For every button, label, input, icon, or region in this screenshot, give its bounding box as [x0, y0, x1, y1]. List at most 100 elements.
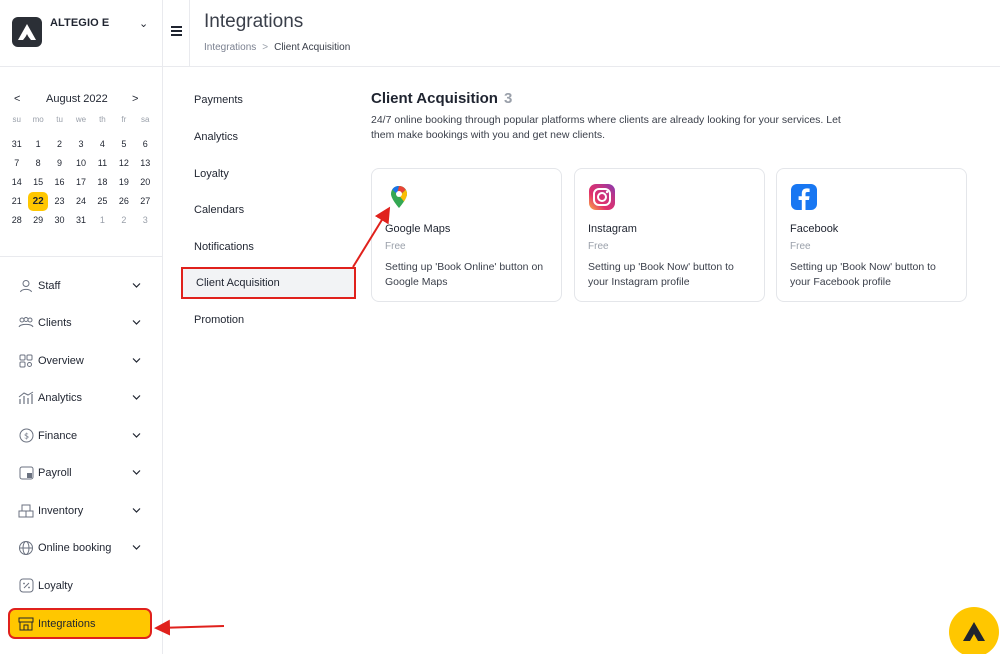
- calendar-day[interactable]: 11: [92, 154, 113, 173]
- globe-icon: [18, 540, 34, 556]
- breadcrumb-current: Client Acquisition: [274, 42, 351, 53]
- sidebar-item-integrations[interactable]: Integrations: [9, 609, 151, 638]
- calendar-day[interactable]: 31: [6, 135, 27, 154]
- calendar-day[interactable]: 20: [135, 173, 156, 192]
- calendar-weekday: we: [75, 115, 87, 124]
- sidebar-item-label: Payroll: [38, 467, 72, 480]
- bar-chart-icon: [18, 390, 34, 406]
- grid-search-icon: [18, 353, 34, 369]
- sidebar-item-analytics[interactable]: Analytics: [0, 380, 163, 418]
- chevron-down-icon[interactable]: ⌄: [139, 17, 148, 30]
- calendar-day[interactable]: 29: [27, 211, 48, 230]
- calendar-header: < August 2022 >: [0, 93, 163, 109]
- calendar-day[interactable]: 2: [49, 135, 70, 154]
- calendar-day[interactable]: 4: [92, 135, 113, 154]
- card-name: Facebook: [790, 223, 839, 235]
- sidebar-item-payroll[interactable]: Payroll: [0, 455, 163, 493]
- chevron-down-icon[interactable]: [132, 468, 141, 479]
- calendar-day[interactable]: 26: [113, 192, 134, 211]
- sidebar-item-online-booking[interactable]: Online booking: [0, 530, 163, 568]
- calendar-prev-button[interactable]: <: [14, 93, 20, 105]
- calendar-day[interactable]: 15: [27, 173, 48, 192]
- calendar-day[interactable]: 3: [135, 211, 156, 230]
- calendar-day[interactable]: 18: [92, 173, 113, 192]
- sidebar-item-overview[interactable]: Overview: [0, 342, 163, 380]
- sidebar-item-label: Inventory: [38, 504, 84, 517]
- chevron-down-icon[interactable]: [132, 280, 141, 291]
- sidebar-item-label: Clients: [38, 317, 72, 330]
- sidebar-item-label: Loyalty: [38, 579, 73, 592]
- calendar-day[interactable]: 5: [113, 135, 134, 154]
- calendar-day[interactable]: 6: [135, 135, 156, 154]
- calendar-day-today[interactable]: 22: [28, 192, 48, 211]
- chevron-down-icon[interactable]: [132, 355, 141, 366]
- sidebar-item-staff[interactable]: Staff: [0, 267, 163, 305]
- breadcrumb-separator: >: [262, 42, 269, 53]
- calendar-day[interactable]: 1: [92, 211, 113, 230]
- section-title-text: Client Acquisition: [371, 90, 498, 107]
- brand-switcher[interactable]: ALTEGIO E ⌄: [0, 0, 163, 67]
- subnav-item-loyalty[interactable]: Loyalty: [181, 155, 356, 192]
- chevron-down-icon[interactable]: [132, 393, 141, 404]
- sidebar-item-label: Integrations: [38, 617, 96, 630]
- subnav-item-promotion[interactable]: Promotion: [181, 301, 356, 338]
- card-description: Setting up 'Book Now' button to your Fac…: [790, 261, 936, 288]
- calendar-day[interactable]: 30: [49, 211, 70, 230]
- calendar-day[interactable]: 17: [70, 173, 91, 192]
- svg-text:$: $: [23, 432, 28, 441]
- calendar-day[interactable]: 27: [135, 192, 156, 211]
- altegio-logo-icon: [963, 622, 985, 641]
- subnav-item-client-acquisition[interactable]: Client Acquisition: [181, 267, 356, 300]
- help-fab-button[interactable]: [949, 607, 999, 654]
- chevron-down-icon[interactable]: [132, 318, 141, 329]
- sidebar-item-clients[interactable]: Clients: [0, 305, 163, 343]
- calendar-day[interactable]: 8: [27, 154, 48, 173]
- calendar-day[interactable]: 1: [27, 135, 48, 154]
- integration-card-instagram[interactable]: Instagram Free Setting up 'Book Now' but…: [574, 168, 765, 302]
- header-divider: [189, 0, 190, 67]
- calendar-weekday: su: [12, 115, 21, 124]
- people-icon: [18, 315, 34, 331]
- chevron-down-icon[interactable]: [132, 505, 141, 516]
- calendar-day[interactable]: 3: [70, 135, 91, 154]
- calendar-day[interactable]: 24: [70, 192, 91, 211]
- sidebar-item-finance[interactable]: $ Finance: [0, 417, 163, 455]
- sidebar-item-loyalty[interactable]: Loyalty: [0, 567, 163, 605]
- subnav-item-calendars[interactable]: Calendars: [181, 192, 356, 229]
- payroll-icon: [18, 465, 34, 481]
- integration-card-facebook[interactable]: Facebook Free Setting up 'Book Now' butt…: [776, 168, 967, 302]
- chevron-down-icon[interactable]: [132, 430, 141, 441]
- calendar-day[interactable]: 14: [6, 173, 27, 192]
- calendar-day[interactable]: 25: [92, 192, 113, 211]
- calendar-next-button[interactable]: >: [132, 93, 138, 105]
- calendar-day[interactable]: 12: [113, 154, 134, 173]
- calendar-day[interactable]: 31: [70, 211, 91, 230]
- calendar-weekday: tu: [56, 115, 63, 124]
- subnav-item-notifications[interactable]: Notifications: [181, 229, 356, 266]
- calendar-weekday: fr: [121, 115, 127, 124]
- mini-calendar: < August 2022 > su mo tu we th fr sa 31 1 2 3 4 5 6 7…: [0, 67, 163, 257]
- subnav-item-analytics[interactable]: Analytics: [181, 119, 356, 156]
- altegio-logo-icon: [12, 17, 42, 47]
- calendar-day[interactable]: 16: [49, 173, 70, 192]
- integration-card-google-maps[interactable]: Google Maps Free Setting up 'Book Online…: [371, 168, 562, 302]
- subnav-item-payments[interactable]: Payments: [181, 82, 356, 119]
- calendar-day[interactable]: 21: [6, 192, 27, 211]
- calendar-day[interactable]: 2: [113, 211, 134, 230]
- breadcrumb-root[interactable]: Integrations: [204, 42, 256, 53]
- dollar-circle-icon: $: [18, 428, 34, 444]
- calendar-day[interactable]: 13: [135, 154, 156, 173]
- calendar-day[interactable]: 19: [113, 173, 134, 192]
- calendar-weekdays: su mo tu we th fr sa: [6, 115, 156, 124]
- boxes-icon: [18, 503, 34, 519]
- calendar-day[interactable]: 23: [49, 192, 70, 211]
- card-name: Instagram: [588, 223, 637, 235]
- calendar-day[interactable]: 7: [6, 154, 27, 173]
- calendar-day[interactable]: 9: [49, 154, 70, 173]
- chevron-down-icon[interactable]: [132, 543, 141, 554]
- calendar-day[interactable]: 28: [6, 211, 27, 230]
- calendar-day[interactable]: 10: [70, 154, 91, 173]
- store-icon: [18, 616, 34, 632]
- sidebar-item-inventory[interactable]: Inventory: [0, 492, 163, 530]
- menu-icon[interactable]: [171, 26, 182, 38]
